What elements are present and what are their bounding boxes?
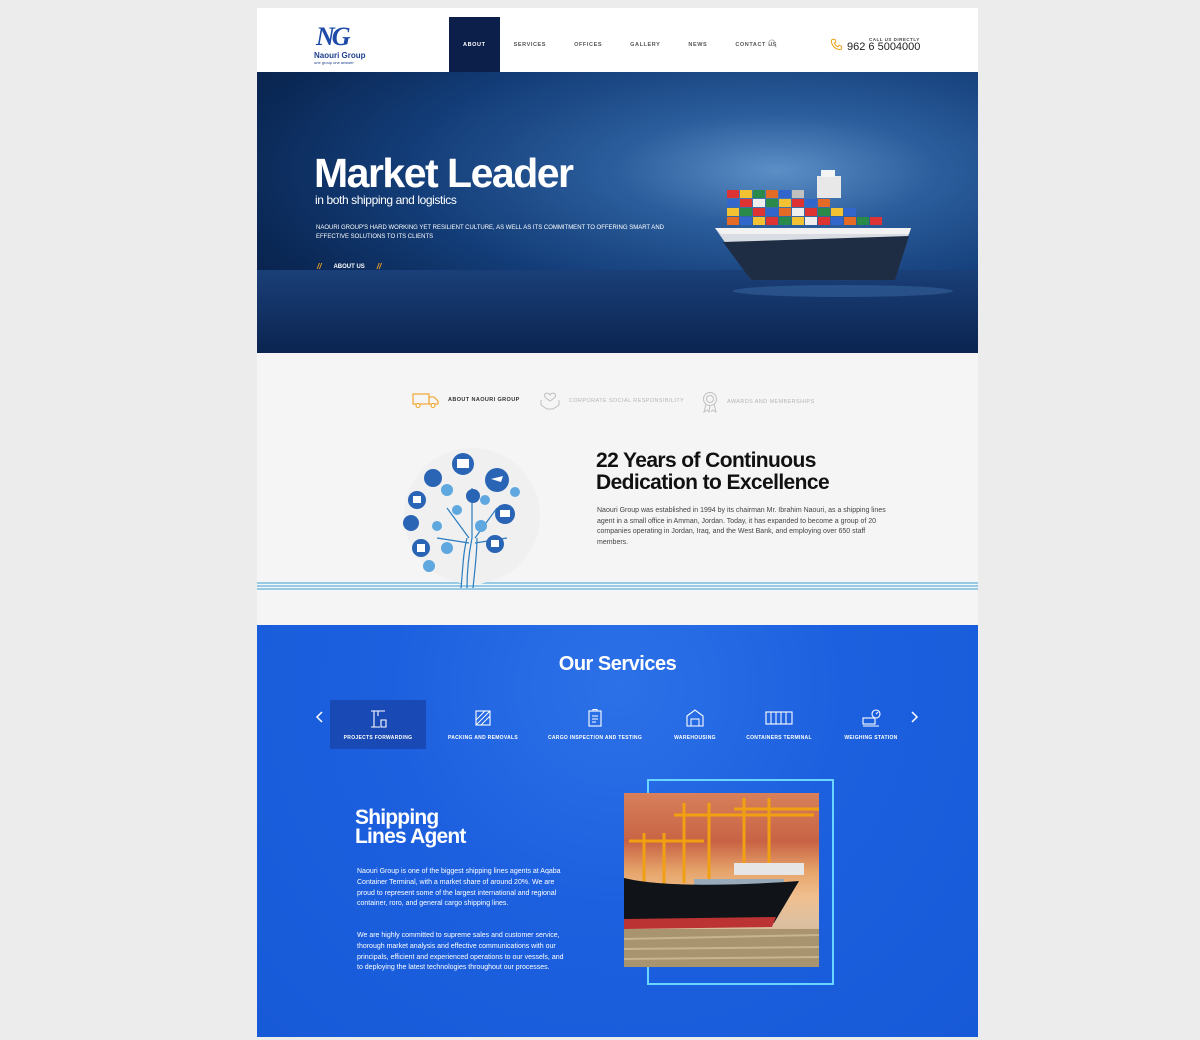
tab-corporate-social-responsibility[interactable]: CORPORATE SOCIAL RESPONSIBILITY bbox=[539, 391, 684, 411]
hero-title: Market Leader bbox=[314, 150, 574, 196]
main-nav: ABOUT SERVICES OFFICES GALLERY NEWS CONT… bbox=[449, 17, 791, 72]
nav-item-contact-us[interactable]: CONTACT US bbox=[721, 17, 791, 72]
cta-label: ABOUT US bbox=[333, 263, 365, 270]
about-title-line-1: 22 Years of Continuous bbox=[596, 449, 816, 472]
service-label: WEIGHING STATION bbox=[844, 735, 898, 741]
nav-item-about[interactable]: ABOUT bbox=[449, 17, 500, 72]
service-label: WAREHOUSING bbox=[674, 735, 716, 741]
about-text: Naouri Group was established in 1994 by … bbox=[597, 507, 886, 546]
service-label: CONTAINERS TERMINAL bbox=[746, 735, 812, 741]
about-us-button[interactable]: // ABOUT US // bbox=[317, 262, 381, 271]
service-label: PROJECTS FORWARDING bbox=[343, 735, 413, 741]
phone-number[interactable]: 962 6 5004000 bbox=[847, 41, 920, 53]
service-containers-terminal[interactable]: CONTAINERS TERMINAL bbox=[731, 700, 827, 749]
service-cargo-inspection-and-testing[interactable]: CARGO INSPECTION AND TESTING bbox=[545, 700, 645, 749]
ship-at-port-image bbox=[624, 793, 819, 967]
crane-icon bbox=[371, 710, 387, 728]
award-medal-icon bbox=[703, 392, 717, 413]
tab-label: CORPORATE SOCIAL RESPONSIBILITY bbox=[569, 398, 685, 404]
logistics-tree-illustration bbox=[403, 448, 540, 588]
service-projects-forwarding[interactable]: PROJECTS FORWARDING bbox=[330, 700, 426, 749]
inspection-clipboard-icon bbox=[588, 709, 602, 727]
about-title: 22 Years of Continuous Dedication to Exc… bbox=[596, 450, 876, 494]
feature-paragraph-2: We are highly committed to supreme sales… bbox=[357, 932, 564, 972]
decorative-tree-lines bbox=[257, 582, 978, 590]
phone-icon bbox=[830, 38, 843, 51]
service-label: CARGO INSPECTION AND TESTING bbox=[547, 735, 643, 741]
chevron-left-icon[interactable] bbox=[315, 711, 325, 723]
site-header: NG Naouri Group one group one answer ABO… bbox=[257, 8, 978, 72]
logo-name: Naouri Group bbox=[314, 51, 366, 60]
shipping-lines-agent-title: Shipping Lines Agent bbox=[355, 807, 466, 848]
search-icon[interactable] bbox=[768, 39, 777, 48]
services-title: Our Services bbox=[558, 653, 677, 675]
feature-paragraph-1: Naouri Group is one of the biggest shipp… bbox=[357, 868, 561, 908]
service-warehousing[interactable]: WAREHOUSING bbox=[647, 700, 743, 749]
service-weighing-station[interactable]: WEIGHING STATION bbox=[823, 700, 919, 749]
cta-slash-left: // bbox=[317, 262, 322, 271]
caring-hands-icon bbox=[540, 392, 560, 410]
container-icon bbox=[765, 711, 793, 725]
tab-awards-and-memberships[interactable]: AWARDS AND MEMBERSHIPS bbox=[701, 391, 815, 413]
ship-at-port-illustration bbox=[624, 798, 819, 967]
about-title-line-2: Dedication to Excellence bbox=[596, 471, 830, 494]
service-label: PACKING AND REMOVALS bbox=[447, 735, 519, 741]
service-packing-and-removals[interactable]: PACKING AND REMOVALS bbox=[435, 700, 531, 749]
truck-icon bbox=[412, 393, 439, 409]
crate-icon bbox=[475, 710, 491, 726]
hero-banner: Market Leader in both shipping and logis… bbox=[257, 72, 978, 353]
tab-label: AWARDS AND MEMBERSHIPS bbox=[727, 399, 815, 405]
hero-description: NAOURI GROUP'S HARD WORKING YET RESILIEN… bbox=[316, 225, 664, 240]
nav-item-offices[interactable]: OFFICES bbox=[560, 17, 616, 72]
tab-label: ABOUT NAOURI GROUP bbox=[448, 397, 520, 403]
about-section: ABOUT NAOURI GROUP CORPORATE SOCIAL RESP… bbox=[257, 353, 978, 625]
nav-item-services[interactable]: SERVICES bbox=[500, 17, 561, 72]
hero-subtitle: in both shipping and logistics bbox=[315, 193, 457, 207]
weighing-scale-icon bbox=[862, 709, 881, 727]
container-ship-image bbox=[715, 170, 953, 297]
cta-slash-right: // bbox=[376, 262, 382, 271]
logo-mark: NG bbox=[316, 22, 351, 51]
page: NG Naouri Group one group one answer ABO… bbox=[257, 8, 978, 1037]
naouri-group-logo[interactable]: NG Naouri Group one group one answer bbox=[314, 22, 366, 66]
tab-about-naouri-group[interactable]: ABOUT NAOURI GROUP bbox=[412, 391, 520, 409]
logo-tagline: one group one answer bbox=[314, 60, 354, 65]
nav-item-gallery[interactable]: GALLERY bbox=[616, 17, 674, 72]
feature-title-line-2: Lines Agent bbox=[355, 825, 466, 848]
warehouse-icon bbox=[686, 709, 704, 727]
services-section: Our Services PROJECTS FORWARDING PACKING… bbox=[257, 625, 978, 1037]
nav-item-news[interactable]: NEWS bbox=[674, 17, 721, 72]
